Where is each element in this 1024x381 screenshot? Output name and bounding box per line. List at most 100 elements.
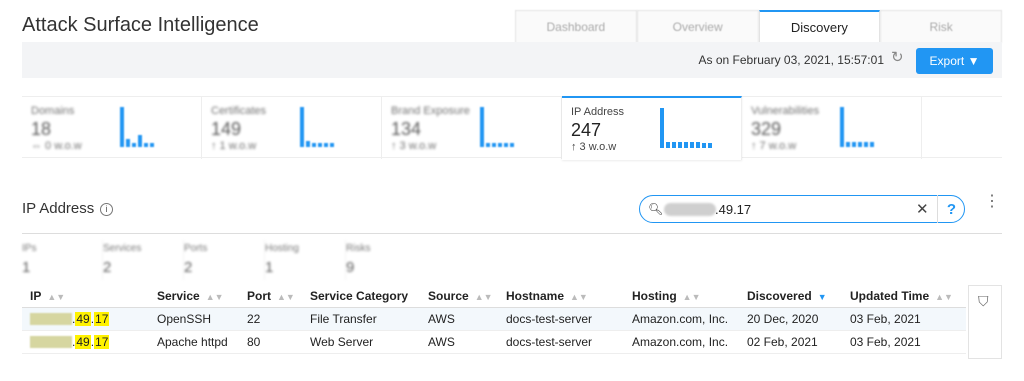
sparkline-bar <box>486 143 490 147</box>
summary-label: IPs <box>22 243 37 254</box>
ip-cell: .49.17 <box>22 330 157 354</box>
table-row[interactable]: .49.17 Apache httpd 80 Web Server AWS do… <box>22 330 966 354</box>
summary-risks: Risks 9 <box>346 240 427 280</box>
service-cell: Apache httpd <box>157 330 247 354</box>
sparkline-bar <box>126 139 130 147</box>
column-header-updated-time[interactable]: Updated Time ▲▼ <box>850 285 966 308</box>
card-label: IP Address <box>571 106 624 118</box>
summary-value: 2 <box>103 259 112 276</box>
sparkline-bar <box>312 143 316 147</box>
sparkline-bar <box>852 142 856 147</box>
filter-icon[interactable]: ⛉ <box>978 293 989 310</box>
close-icon[interactable]: ✕ <box>916 200 929 218</box>
sparkline-bar <box>660 108 664 148</box>
source-cell: AWS <box>428 330 506 354</box>
sparkline-bar <box>144 143 148 147</box>
hostname-cell: docs-test-server <box>506 330 632 354</box>
sparkline-bar <box>846 142 850 147</box>
column-header-discovered[interactable]: Discovered ▼ <box>747 285 850 308</box>
discovered-cell: 20 Dec, 2020 <box>747 307 850 331</box>
card-wow: ↑ 3 w.o.w <box>571 141 617 153</box>
info-icon[interactable]: i <box>100 203 113 216</box>
sparkline-bar <box>480 107 484 147</box>
card-wow: ↑ 3 w.o.w <box>391 140 437 152</box>
summary-label: Ports <box>184 243 208 254</box>
top-tabs: Dashboard Overview Discovery Risk <box>515 10 1002 43</box>
sparkline-bar <box>708 143 712 148</box>
card-brand-exposure[interactable]: Brand Exposure 134 ↑ 3 w.o.w <box>382 97 562 159</box>
card-label: Certificates <box>211 105 267 117</box>
sparkline-bar <box>306 141 310 147</box>
summary-hosting: Hosting 1 <box>265 240 346 280</box>
port-cell: 22 <box>247 307 310 331</box>
summary-value: 1 <box>265 259 274 276</box>
card-label: Domains <box>31 105 75 117</box>
column-header-hosting[interactable]: Hosting ▲▼ <box>632 285 747 308</box>
sparkline-bar <box>690 142 694 148</box>
sparkline-bar <box>492 143 496 147</box>
card-label: Vulnerabilities <box>751 105 820 117</box>
summary-label: Risks <box>346 243 371 254</box>
sparkline-bar <box>138 135 142 147</box>
tab-discovery[interactable]: Discovery <box>758 10 881 43</box>
search-input[interactable]: 🔍︎ .49.17 ✕ ? <box>639 195 965 223</box>
sparkline-bar <box>510 143 514 147</box>
column-header-hostname[interactable]: Hostname ▲▼ <box>506 285 632 308</box>
refresh-icon[interactable]: ↻ <box>891 50 907 66</box>
discovered-cell: 02 Feb, 2021 <box>747 330 850 354</box>
card-ip-address[interactable]: IP Address 247 ↑ 3 w.o.w <box>562 96 742 160</box>
sparkline-bar <box>330 143 334 147</box>
sort-icon: ▲▼ <box>682 291 701 302</box>
sparkline-bar <box>684 142 688 148</box>
column-header-service[interactable]: Service ▲▼ <box>157 285 247 308</box>
redacted-ip <box>30 336 72 349</box>
more-vertical-icon[interactable]: ⋮ <box>984 194 1000 210</box>
divider <box>22 233 1002 234</box>
card-value: 18 <box>31 119 52 139</box>
category-cell: Web Server <box>310 330 428 354</box>
card-vulnerabilities[interactable]: Vulnerabilities 329 ↑ 7 w.o.w <box>742 97 922 159</box>
card-value: 247 <box>571 120 602 140</box>
sparkline-bar <box>678 142 682 148</box>
metric-cards: Domains 18 ⇔ 0 w.o.w Certificates 149 ↑ … <box>22 96 1002 160</box>
card-domains[interactable]: Domains 18 ⇔ 0 w.o.w <box>22 97 202 159</box>
search-icon: 🔍︎ <box>648 202 664 216</box>
sort-icon: ▲▼ <box>935 291 953 302</box>
table-row[interactable]: .49.17 OpenSSH 22 File Transfer AWS docs… <box>22 307 966 331</box>
summary-stats: IPs 1 Services 2 Ports 2 Hosting 1 Risks… <box>22 240 427 280</box>
sparkline-bar <box>498 143 502 147</box>
summary-value: 2 <box>184 259 193 276</box>
sparkline-bar <box>132 143 136 147</box>
as-on-timestamp: As on February 03, 2021, 15:57:01 <box>698 53 884 67</box>
column-header-source[interactable]: Source ▲▼ <box>428 285 506 308</box>
source-cell: AWS <box>428 307 506 331</box>
card-certificates[interactable]: Certificates 149 ↑ 1 w.o.w <box>202 97 382 159</box>
column-header-service-category[interactable]: Service Category <box>310 285 428 308</box>
sparkline-bar <box>300 107 304 147</box>
card-value: 149 <box>211 119 242 139</box>
column-header-port[interactable]: Port ▲▼ <box>247 285 310 308</box>
summary-label: Hosting <box>265 243 299 254</box>
sparkline-bar <box>840 107 844 147</box>
sort-icon: ▲▼ <box>474 291 493 302</box>
column-header-ip[interactable]: IP ▲▼ <box>22 285 157 308</box>
summary-ports: Ports 2 <box>184 240 265 280</box>
tab-overview[interactable]: Overview <box>636 10 759 43</box>
card-value: 134 <box>391 119 422 139</box>
tab-risk[interactable]: Risk <box>880 10 1002 43</box>
tab-dashboard[interactable]: Dashboard <box>515 10 637 43</box>
summary-ips: IPs 1 <box>22 240 103 280</box>
toolbar: As on February 03, 2021, 15:57:01 ↻ Expo… <box>22 42 1002 78</box>
sparkline <box>120 107 182 147</box>
help-button[interactable]: ? <box>937 195 965 223</box>
sparkline-bar <box>870 142 874 147</box>
sparkline-bar <box>666 142 670 148</box>
category-cell: File Transfer <box>310 307 428 331</box>
sort-icon: ▲▼ <box>205 291 224 302</box>
app-title: Attack Surface Intelligence <box>22 14 259 36</box>
export-button[interactable]: Export ▼ <box>916 48 993 74</box>
card-value: 329 <box>751 119 782 139</box>
service-cell: OpenSSH <box>157 307 247 331</box>
summary-value: 1 <box>22 259 31 276</box>
sort-icon: ▲▼ <box>570 291 588 302</box>
